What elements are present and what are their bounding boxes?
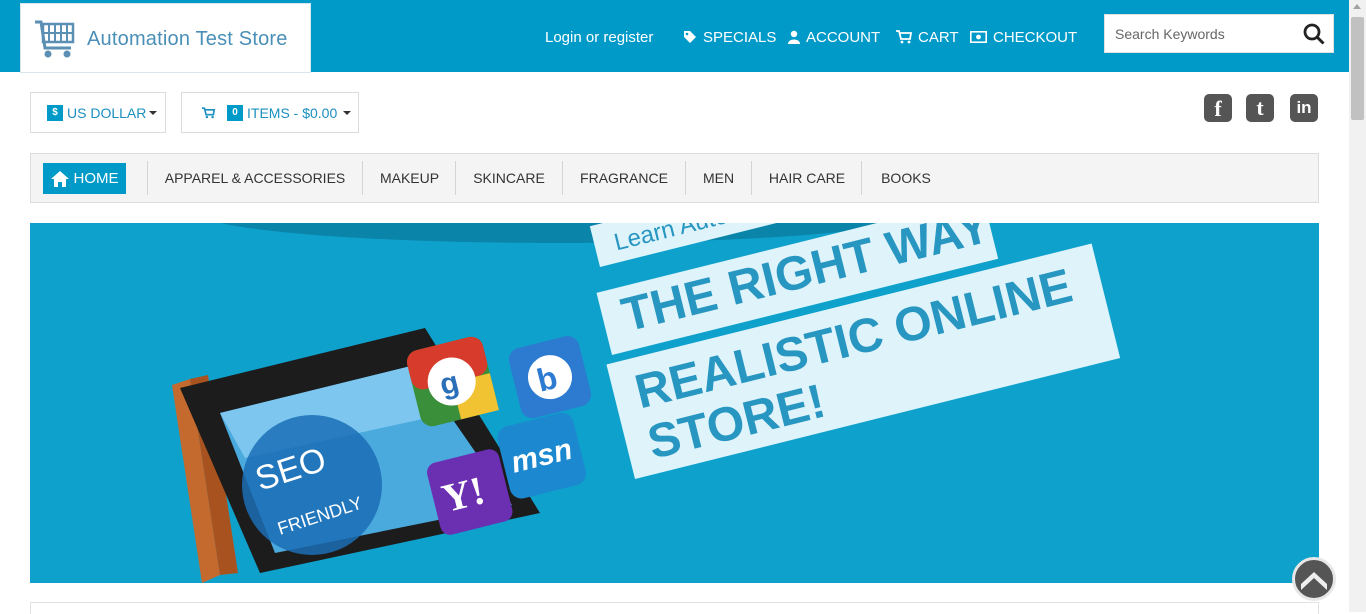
currency-label: US DOLLAR — [67, 104, 147, 121]
category-nav: HOME APPAREL & ACCESSORIES MAKEUP SKINCA… — [30, 153, 1319, 203]
cart-count-badge: 0 — [227, 104, 243, 121]
home-icon — [50, 170, 69, 187]
currency-symbol-badge: $ — [47, 104, 63, 121]
shopping-cart-logo-icon — [35, 20, 75, 58]
search-box — [1104, 14, 1334, 53]
nav-home-button[interactable]: HOME — [43, 163, 126, 194]
facebook-glyph: f — [1214, 96, 1222, 121]
content-panel-edge — [30, 602, 1319, 614]
linkedin-icon[interactable]: in — [1290, 94, 1318, 122]
category-men[interactable]: MEN — [686, 154, 751, 202]
back-to-top-button[interactable] — [1292, 557, 1336, 601]
nav-account-label: ACCOUNT — [806, 28, 881, 46]
category-apparel-accessories[interactable]: APPAREL & ACCESSORIES — [148, 154, 362, 202]
nav-checkout[interactable]: CHECKOUT — [970, 27, 1077, 47]
category-skincare[interactable]: SKINCARE — [456, 154, 562, 202]
nav-home-label: HOME — [73, 170, 119, 187]
nav-specials[interactable]: SPECIALS — [683, 27, 776, 47]
category-hair-care[interactable]: HAIR CARE — [752, 154, 862, 202]
cart-summary-dropdown[interactable]: 0 ITEMS - $0.00 — [181, 92, 359, 133]
cart-summary-label: ITEMS - $0.00 — [247, 104, 338, 121]
tag-icon — [684, 31, 696, 43]
linkedin-glyph: in — [1296, 98, 1312, 117]
top-header-bar: Automation Test Store Login or register … — [0, 0, 1349, 73]
nav-cart-label: CART — [918, 28, 959, 46]
hero-banner[interactable]: SEO FRIENDLY g b msn Y! Learn Automation… — [30, 223, 1319, 583]
chevron-down-icon — [343, 110, 352, 115]
cart-icon — [896, 30, 912, 44]
twitter-glyph: t — [1256, 95, 1264, 120]
twitter-icon[interactable]: t — [1246, 94, 1274, 122]
chevron-down-icon — [149, 110, 158, 115]
store-logo[interactable]: Automation Test Store — [20, 3, 311, 73]
currency-dropdown[interactable]: $ US DOLLAR — [30, 92, 166, 133]
search-input[interactable] — [1113, 23, 1297, 45]
user-icon — [788, 30, 800, 44]
search-button[interactable] — [1303, 23, 1325, 50]
nav-account[interactable]: ACCOUNT — [788, 27, 880, 47]
nav-cart[interactable]: CART — [896, 27, 959, 47]
scroll-thumb[interactable] — [1351, 17, 1364, 120]
search-icon — [1303, 23, 1325, 45]
category-makeup[interactable]: MAKEUP — [363, 154, 456, 202]
nav-checkout-label: CHECKOUT — [993, 28, 1078, 46]
store-name: Automation Test Store — [87, 28, 288, 50]
category-fragrance[interactable]: FRAGRANCE — [563, 154, 685, 202]
money-icon — [970, 31, 987, 43]
chevron-up-icon — [1301, 572, 1327, 590]
login-register-link[interactable]: Login or register — [545, 27, 653, 47]
scroll-up-arrow-icon[interactable] — [1353, 4, 1361, 9]
facebook-icon[interactable]: f — [1204, 94, 1232, 122]
cart-icon — [202, 106, 215, 118]
page-scrollbar[interactable] — [1349, 0, 1366, 612]
nav-specials-label: SPECIALS — [703, 28, 777, 46]
category-books[interactable]: BOOKS — [862, 154, 950, 202]
